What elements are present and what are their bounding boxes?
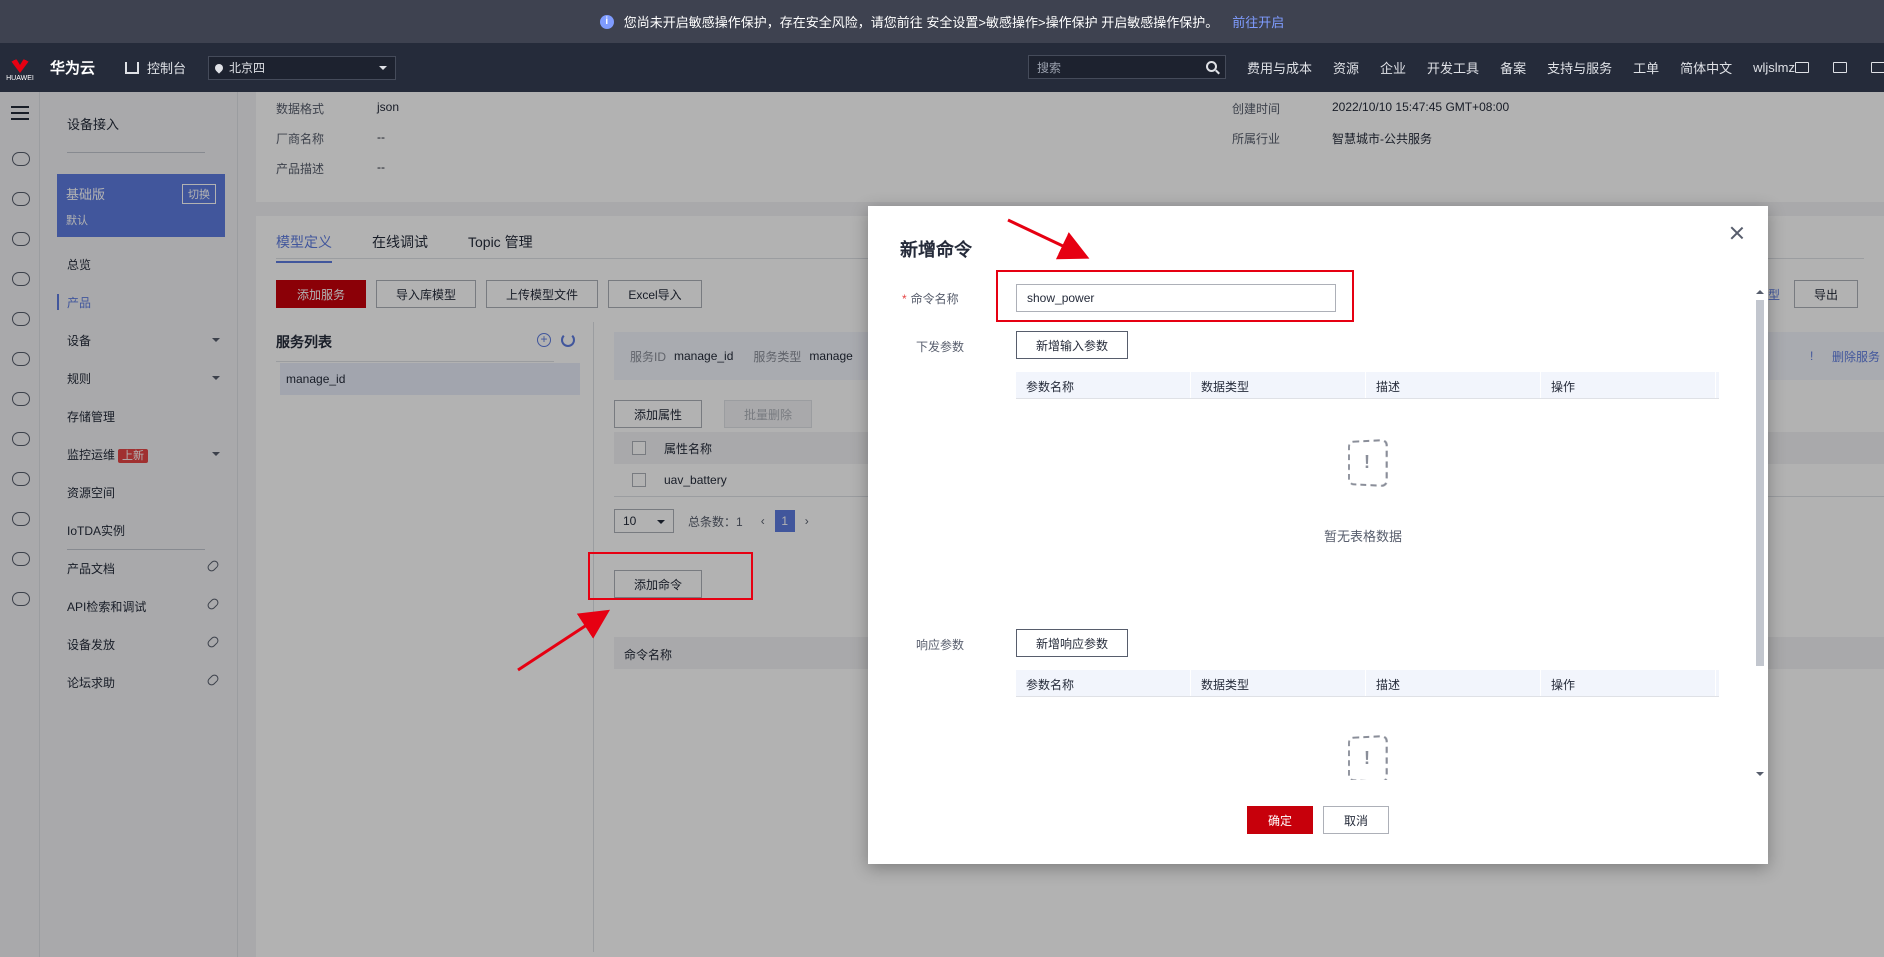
nav-user[interactable]: wljslmz: [1753, 60, 1795, 75]
close-icon[interactable]: [1730, 226, 1744, 240]
global-search-input[interactable]: 搜索: [1028, 55, 1226, 79]
empty-data-icon: !: [1343, 438, 1391, 488]
notice-text: 您尚未开启敏感操作保护，存在安全风险，请您前往 安全设置>敏感操作>操作保护 开…: [623, 15, 1219, 30]
send-params-label: 下发参数: [916, 340, 965, 354]
region-label: 北京四: [229, 61, 266, 75]
dialog-title: 新增命令: [900, 240, 972, 260]
operation-column: 操作: [1541, 372, 1716, 398]
nav-language[interactable]: 简体中文: [1680, 58, 1732, 77]
scroll-up-icon[interactable]: [1756, 286, 1764, 294]
search-placeholder: 搜索: [1037, 60, 1062, 75]
console-link[interactable]: 控制台: [125, 58, 186, 77]
brand-name[interactable]: 华为云: [50, 57, 95, 78]
nav-support[interactable]: 支持与服务: [1547, 58, 1612, 77]
dialog-scrollbar[interactable]: [1754, 286, 1764, 780]
confirm-button[interactable]: 确定: [1247, 806, 1313, 834]
annotation-highlight-name-field: [996, 270, 1354, 322]
param-name-column: 参数名称: [1016, 372, 1191, 398]
top-navbar: HUAWEI 华为云 控制台 北京四 搜索 费用与成本 资源 企业 开发工具 备…: [0, 43, 1884, 92]
search-icon[interactable]: [1206, 61, 1217, 72]
nav-resources[interactable]: 资源: [1333, 58, 1359, 77]
notice-enable-link[interactable]: 前往开启: [1232, 12, 1284, 31]
nav-billing[interactable]: 费用与成本: [1247, 58, 1312, 77]
annotation-highlight-add-command: [588, 552, 753, 600]
console-label: 控制台: [147, 61, 187, 76]
add-response-param-button[interactable]: 新增响应参数: [1016, 629, 1128, 657]
response-params-table-header: 参数名称 数据类型 描述 操作: [1016, 670, 1719, 697]
scroll-thumb[interactable]: [1756, 300, 1764, 666]
logo-text: HUAWEI: [6, 75, 34, 82]
data-type-column: 数据类型: [1191, 372, 1366, 398]
nav-tickets[interactable]: 工单: [1633, 58, 1659, 77]
description-column: 描述: [1366, 372, 1541, 398]
empty-table-text: 暂无表格数据: [1324, 529, 1403, 544]
cart-icon[interactable]: [1833, 62, 1847, 73]
empty-data-icon: !: [1343, 734, 1391, 780]
add-input-param-button[interactable]: 新增输入参数: [1016, 331, 1128, 359]
top-nav-links: 费用与成本 资源 企业 开发工具 备案 支持与服务 工单 简体中文 wljslm…: [1247, 43, 1795, 92]
command-name-label: * 命令名称: [902, 290, 959, 307]
param-name-column: 参数名称: [1016, 670, 1191, 696]
input-params-table-header: 参数名称 数据类型 描述 操作: [1016, 372, 1719, 399]
message-icon[interactable]: [1871, 62, 1884, 73]
description-column: 描述: [1366, 670, 1541, 696]
nav-dev-tools[interactable]: 开发工具: [1427, 58, 1479, 77]
operation-column: 操作: [1541, 670, 1716, 696]
required-marker: *: [902, 292, 907, 306]
huawei-flower-icon: [8, 53, 32, 73]
scroll-down-icon[interactable]: [1756, 772, 1764, 780]
security-notice-bar: i 您尚未开启敏感操作保护，存在安全风险，请您前往 安全设置>敏感操作>操作保护…: [0, 0, 1884, 43]
chevron-down-icon: [379, 65, 388, 74]
location-pin-icon: [213, 61, 225, 74]
cloud-shell-icon[interactable]: [1795, 62, 1809, 73]
info-icon: i: [599, 14, 614, 29]
response-params-label: 响应参数: [916, 638, 965, 652]
home-icon: [125, 61, 140, 74]
top-nav-icons: [1795, 43, 1884, 92]
nav-icp[interactable]: 备案: [1500, 58, 1526, 77]
cancel-button[interactable]: 取消: [1323, 806, 1389, 834]
command-name-label-text: 命令名称: [910, 292, 959, 306]
nav-enterprise[interactable]: 企业: [1380, 58, 1406, 77]
data-type-column: 数据类型: [1191, 670, 1366, 696]
huawei-logo[interactable]: HUAWEI: [0, 43, 40, 92]
region-select[interactable]: 北京四: [208, 55, 397, 80]
